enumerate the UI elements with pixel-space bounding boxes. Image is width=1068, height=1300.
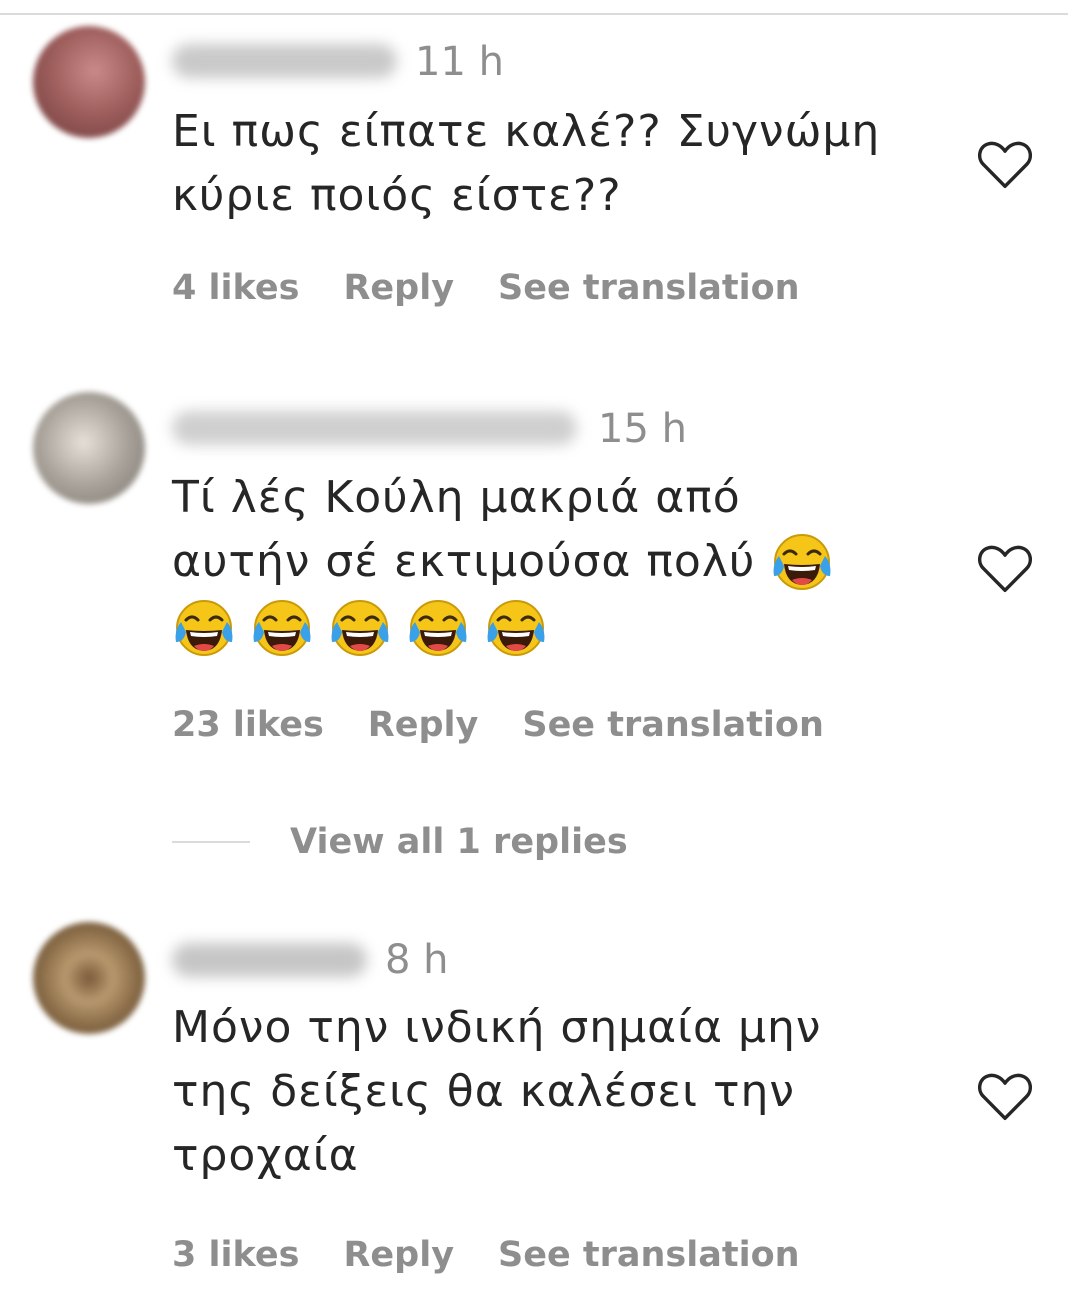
heart-outline-icon[interactable] xyxy=(975,540,1035,594)
top-divider xyxy=(0,13,1068,15)
view-replies-label: View all 1 replies xyxy=(290,822,628,862)
heart-outline-icon[interactable] xyxy=(975,1068,1035,1122)
likes-count[interactable]: 23 likes xyxy=(172,705,324,745)
comment-time: 11 h xyxy=(415,39,504,85)
avatar[interactable] xyxy=(33,392,145,504)
comment-actions: 23 likes Reply See translation xyxy=(172,705,824,745)
face-with-tears-of-joy-icon xyxy=(408,599,468,657)
see-translation-link[interactable]: See translation xyxy=(498,268,800,308)
username-blurred[interactable] xyxy=(172,943,367,977)
face-with-tears-of-joy-icon xyxy=(486,599,546,657)
see-translation-link[interactable]: See translation xyxy=(498,1235,800,1275)
comment-actions: 4 likes Reply See translation xyxy=(172,268,800,308)
comment-actions: 3 likes Reply See translation xyxy=(172,1235,800,1275)
avatar[interactable] xyxy=(33,922,145,1034)
likes-count[interactable]: 3 likes xyxy=(172,1235,299,1275)
see-translation-link[interactable]: See translation xyxy=(522,705,824,745)
comment-text: Τί λές Κούλη μακριά από αυτήν σέ εκτιμού… xyxy=(172,466,932,662)
face-with-tears-of-joy-icon xyxy=(772,533,833,591)
heart-outline-icon[interactable] xyxy=(975,136,1035,190)
comment-text: Μόνο την ινδική σημαία μην της δείξεις θ… xyxy=(172,1002,822,1181)
comment-time: 15 h xyxy=(598,406,687,452)
username-blurred[interactable] xyxy=(172,44,397,78)
likes-count[interactable]: 4 likes xyxy=(172,268,299,308)
emoji-row xyxy=(172,598,548,662)
face-with-tears-of-joy-icon xyxy=(174,599,234,657)
comment-text: Ει πως είπατε καλέ?? Συγνώμη κύριε ποιός… xyxy=(172,106,881,221)
avatar[interactable] xyxy=(33,26,145,138)
username-blurred[interactable] xyxy=(172,411,577,445)
face-with-tears-of-joy-icon xyxy=(330,599,390,657)
reply-button[interactable]: Reply xyxy=(343,1235,454,1275)
reply-button[interactable]: Reply xyxy=(368,705,479,745)
face-with-tears-of-joy-icon xyxy=(252,599,312,657)
comment-time: 8 h xyxy=(385,937,449,983)
view-replies-line xyxy=(172,841,250,843)
view-replies-button[interactable]: View all 1 replies xyxy=(172,822,628,862)
reply-button[interactable]: Reply xyxy=(343,268,454,308)
